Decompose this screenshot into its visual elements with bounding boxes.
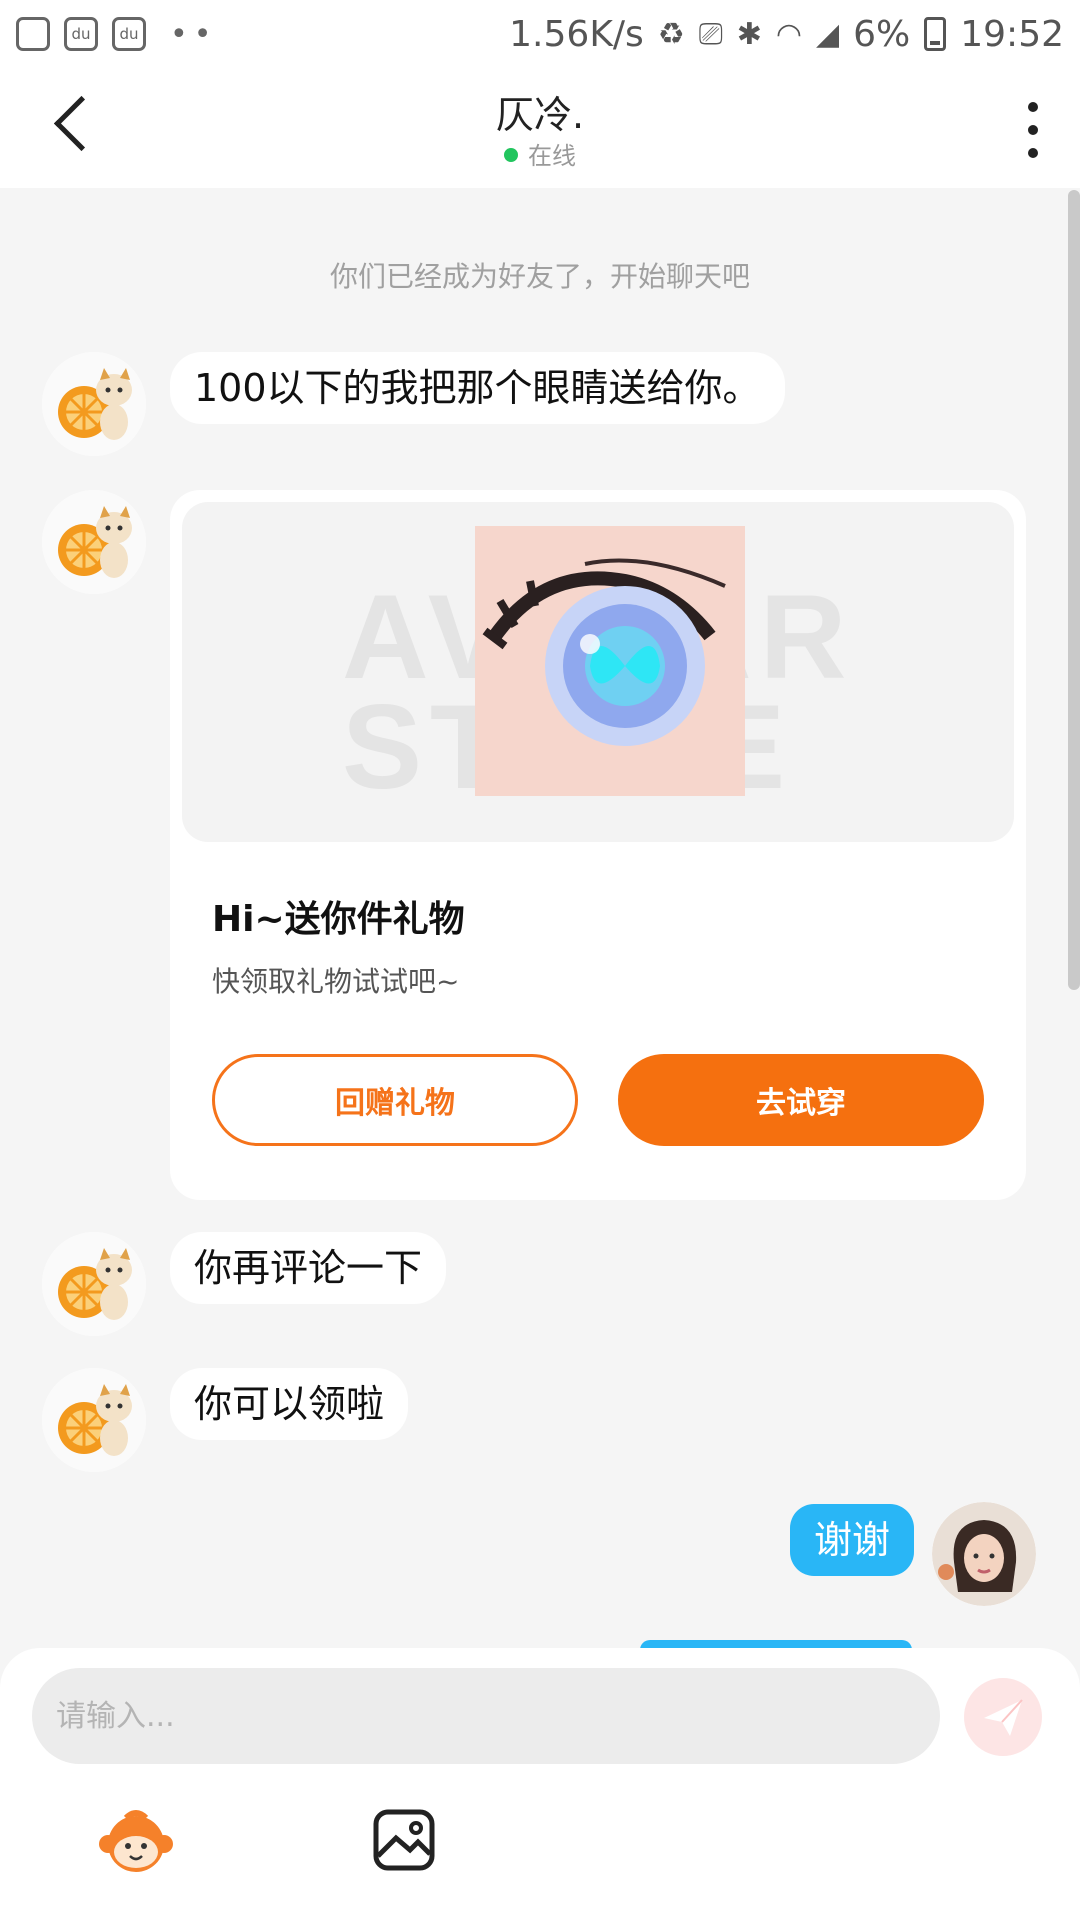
try-on-button[interactable]: 去试穿 — [618, 1054, 984, 1146]
battery-icon — [924, 17, 947, 51]
network-speed: 1.56K/s — [509, 13, 644, 55]
screen-record-icon — [16, 17, 50, 51]
my-avatar[interactable] — [932, 1502, 1036, 1606]
gift-title: Hi~送你件礼物 — [212, 899, 465, 940]
message-bubble: 你再评论一下 — [170, 1232, 447, 1304]
eye-gift-image — [475, 526, 745, 796]
cat-orange-avatar-icon — [42, 352, 146, 456]
scrollbar[interactable] — [1068, 190, 1080, 990]
more-options-icon[interactable] — [1026, 102, 1040, 158]
contact-avatar[interactable] — [42, 1232, 146, 1336]
clock: 19:52 — [960, 13, 1064, 55]
battery-saver-icon: ♻ — [657, 16, 685, 52]
cast-icon: ⎚ — [698, 16, 723, 52]
composer-panel — [0, 1648, 1080, 1920]
online-dot-icon — [504, 148, 518, 162]
online-status: 在线 — [0, 136, 1080, 171]
signal-icon: ◢ — [816, 16, 840, 52]
monkey-sticker-icon — [99, 1810, 173, 1872]
message-bubble: 你可以领啦 — [170, 1368, 409, 1440]
cat-orange-avatar-icon — [42, 490, 146, 594]
battery-percent: 6% — [853, 13, 911, 55]
status-bar-left: du du •• — [0, 17, 217, 52]
cat-orange-avatar-icon — [42, 1368, 146, 1472]
baidu-icon: du — [64, 17, 98, 51]
sticker-button[interactable] — [96, 1800, 176, 1880]
baidu-icon: du — [112, 17, 146, 51]
user-photo-avatar-icon — [932, 1502, 1036, 1606]
gift-card[interactable]: AVATAR STORE Hi~送你件礼物 快领取礼物试试吧~ 回赠礼物 去试穿 — [170, 490, 1026, 1200]
gift-subtitle: 快领取礼物试试吧~ — [212, 965, 460, 998]
online-status-text: 在线 — [528, 142, 576, 170]
status-bar: du du •• 1.56K/s ♻ ⎚ ✱ ◠ ◢ 6% 19:52 — [0, 0, 1080, 68]
message-input[interactable] — [32, 1668, 940, 1764]
send-icon — [984, 1699, 1023, 1736]
contact-avatar[interactable] — [42, 1368, 146, 1472]
image-button[interactable] — [364, 1800, 444, 1880]
contact-name: 仄冷. — [495, 93, 585, 137]
system-message: 你们已经成为好友了，开始聊天吧 — [329, 260, 750, 293]
chat-header: 仄冷. 在线 — [0, 68, 1080, 188]
return-gift-button[interactable]: 回赠礼物 — [212, 1054, 578, 1146]
wifi-icon: ◠ — [775, 16, 803, 52]
contact-avatar[interactable] — [42, 490, 146, 594]
status-bar-right: 1.56K/s ♻ ⎚ ✱ ◠ ◢ 6% 19:52 — [509, 14, 1080, 55]
my-message-bubble: 谢谢 — [790, 1504, 915, 1576]
contact-avatar[interactable] — [42, 352, 146, 456]
image-icon — [373, 1809, 435, 1871]
more-dots-icon: •• — [170, 16, 218, 52]
gift-preview: AVATAR STORE — [182, 502, 1014, 842]
send-button[interactable] — [964, 1678, 1042, 1756]
message-bubble: 100以下的我把那个眼睛送给你。 — [170, 352, 785, 424]
cat-orange-avatar-icon — [42, 1232, 146, 1336]
bluetooth-icon: ✱ — [736, 16, 762, 52]
